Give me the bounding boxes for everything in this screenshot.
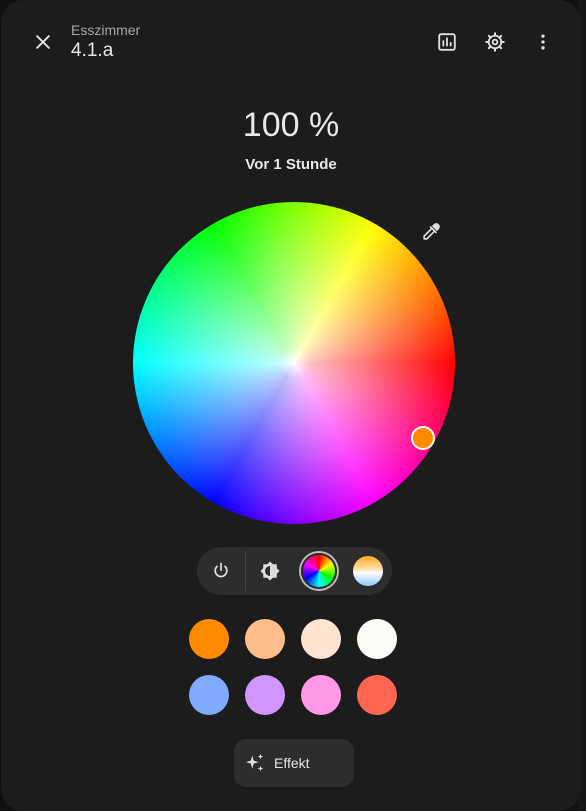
eyedropper-icon (423, 223, 440, 240)
color-preset-2[interactable] (245, 619, 285, 659)
color-temp-mode-button[interactable] (348, 551, 388, 591)
history-button[interactable] (427, 22, 467, 62)
close-button[interactable] (23, 22, 63, 62)
eyedropper-button[interactable] (411, 212, 451, 252)
color-picker-handle[interactable] (411, 426, 435, 450)
power-toggle-button[interactable] (201, 551, 241, 591)
color-wheel[interactable] (133, 202, 455, 524)
color-mode-button[interactable] (299, 551, 339, 591)
mode-toggle-bar (197, 547, 392, 595)
color-preset-4[interactable] (357, 619, 397, 659)
more-info-dialog: Esszimmer 4.1.a 100 % Vor 1 Stunde Effek… (1, 0, 581, 811)
more-options-button[interactable] (523, 22, 563, 62)
brightness-icon (260, 561, 280, 581)
color-preset-8[interactable] (357, 675, 397, 715)
effect-button[interactable]: Effekt (234, 739, 354, 787)
gear-icon (485, 32, 505, 52)
color-preset-5[interactable] (189, 675, 229, 715)
color-preset-7[interactable] (301, 675, 341, 715)
color-preset-3[interactable] (301, 619, 341, 659)
mode-divider (245, 551, 246, 591)
power-icon (214, 562, 228, 578)
sparkles-icon (244, 752, 266, 774)
chart-box-icon (438, 33, 456, 51)
color-temp-swatch (353, 556, 383, 586)
color-wheel-swatch (301, 553, 337, 589)
brightness-mode-button[interactable] (250, 551, 290, 591)
close-icon (36, 35, 50, 49)
settings-button[interactable] (475, 22, 515, 62)
dialog-subtitle: Esszimmer (71, 22, 141, 38)
effect-label: Effekt (274, 755, 310, 771)
last-changed: Vor 1 Stunde (245, 156, 337, 173)
color-preset-6[interactable] (245, 675, 285, 715)
dialog-title: 4.1.a (71, 40, 114, 61)
dots-vertical-icon (541, 34, 545, 50)
brightness-value: 100 % (242, 106, 340, 144)
color-preset-1[interactable] (189, 619, 229, 659)
